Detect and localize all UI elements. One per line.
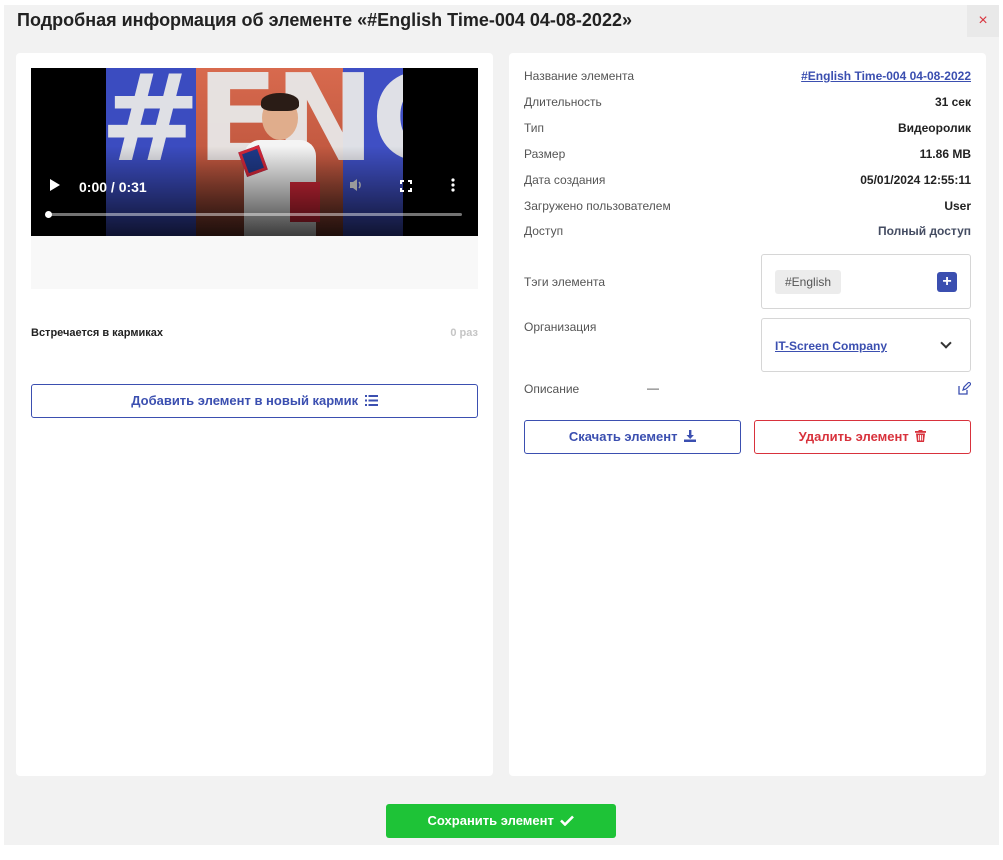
delete-label: Удалить элемент (798, 429, 909, 444)
detail-row-created: Дата создания 05/01/2024 12:55:11 (524, 173, 971, 189)
video-controls: 0:00 / 0:31 (31, 68, 478, 236)
duration-value: 31 сек (934, 95, 971, 109)
check-icon (560, 805, 575, 839)
created-label: Дата создания (524, 173, 606, 187)
organization-select[interactable]: IT-Screen Company (761, 318, 971, 372)
fullscreen-icon[interactable] (400, 180, 412, 192)
uploaded-label: Загружено пользователем (524, 199, 671, 213)
list-icon (364, 386, 378, 418)
name-link[interactable]: #English Time-004 04-08-2022 (801, 69, 971, 83)
uploaded-value: User (944, 199, 971, 213)
trash-icon (915, 422, 927, 454)
video-time: 0:00 / 0:31 (79, 179, 147, 195)
video-player[interactable]: #ENG 0:00 / 0:31 (31, 68, 478, 236)
organization-label: Организация (524, 320, 597, 334)
tags-field[interactable]: #English + (761, 254, 971, 309)
element-details-dialog: Подробная информация об элементе «#Engli… (4, 5, 999, 845)
usage-count: 0 раз (450, 327, 478, 339)
save-label: Сохранить элемент (427, 813, 554, 828)
add-tag-button[interactable]: + (937, 272, 957, 292)
usage-label: Встречается в кармиках (31, 327, 163, 339)
access-label: Доступ (524, 224, 564, 238)
organization-value[interactable]: IT-Screen Company (775, 339, 887, 353)
access-value: Полный доступ (877, 224, 971, 238)
details-panel: Название элемента #English Time-004 04-0… (509, 53, 986, 776)
dialog-title: Подробная информация об элементе «#Engli… (17, 10, 632, 30)
download-icon (684, 422, 697, 454)
add-to-pocket-label: Добавить элемент в новый кармик (131, 393, 359, 408)
download-label: Скачать элемент (568, 429, 678, 444)
duration-label: Длительность (524, 95, 602, 109)
detail-row-duration: Длительность 31 сек (524, 95, 971, 111)
size-label: Размер (524, 147, 566, 161)
video-progress-bar[interactable] (45, 211, 462, 218)
chevron-down-icon (940, 337, 952, 349)
description-label: Описание (524, 382, 580, 396)
detail-row-type: Тип Видеоролик (524, 121, 971, 137)
name-label: Название элемента (524, 69, 635, 83)
play-icon[interactable] (50, 179, 60, 191)
description-value: — (647, 381, 659, 395)
video-progress-handle[interactable] (45, 211, 52, 218)
size-value: 11.86 MB (919, 147, 971, 161)
preview-panel: #ENG 0:00 / 0:31 (16, 53, 493, 776)
close-button[interactable]: × (967, 5, 999, 37)
type-label: Тип (524, 121, 545, 135)
tags-label: Тэги элемента (524, 275, 605, 289)
download-button[interactable]: Скачать элемент (524, 420, 741, 454)
detail-row-name: Название элемента #English Time-004 04-0… (524, 69, 971, 85)
add-to-pocket-button[interactable]: Добавить элемент в новый кармик (31, 384, 478, 418)
volume-icon[interactable] (349, 178, 365, 195)
detail-row-size: Размер 11.86 MB (524, 147, 971, 163)
detail-row-access: Доступ Полный доступ (524, 224, 971, 240)
created-value: 05/01/2024 12:55:11 (860, 173, 971, 187)
edit-icon[interactable] (957, 381, 972, 396)
save-button[interactable]: Сохранить элемент (386, 804, 616, 838)
more-vertical-icon[interactable] (451, 178, 455, 195)
tag-chip[interactable]: #English (775, 270, 842, 294)
type-value: Видеоролик (897, 121, 971, 135)
detail-row-uploaded: Загружено пользователем User (524, 199, 971, 215)
delete-button[interactable]: Удалить элемент (754, 420, 971, 454)
